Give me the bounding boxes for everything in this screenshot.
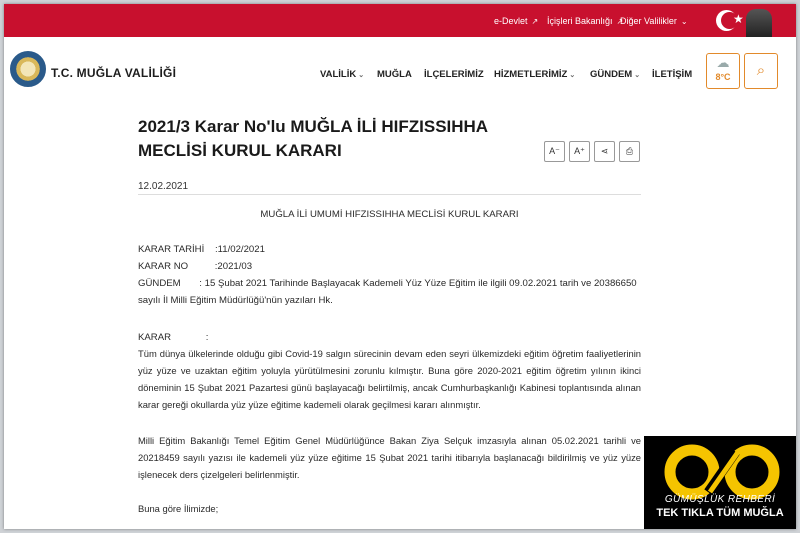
share-button[interactable]: ⋖ [594,141,615,162]
karar-tarihi: KARAR TARİHİ :11/02/2021 [138,244,265,255]
divider [138,194,641,195]
watermark-name: GÜMÜŞLÜK REHBERİ [664,494,776,505]
nav-valilik[interactable]: VALİLİK ⌄ [320,69,364,80]
edevlet-link-label: e-Devlet [494,16,528,26]
weather-temp: 8°C [715,72,731,82]
search-button[interactable]: ⌕ [744,53,778,89]
font-decrease-button[interactable]: A⁻ [544,141,565,162]
nav-valilik-label: VALİLİK [320,69,357,80]
chevron-down-icon: ⌄ [680,16,688,26]
diger-valilikler-dropdown[interactable]: Diğer Valilikler ⌄ [620,16,688,26]
nav-hizmetlerimiz[interactable]: HİZMETLERİMİZ ⌄ [494,69,575,80]
gumusluk-logo-icon [664,444,780,500]
font-increase-button[interactable]: A⁺ [569,141,590,162]
mugla-seal-logo[interactable] [10,51,46,87]
nav-gundem-label: GÜNDEM [590,69,633,80]
article-title: 2021/3 Karar No'lu MUĞLA İLİ HIFZISSIHHA… [138,115,538,163]
gumusluk-rehberi-watermark: GÜMÜŞLÜK REHBERİ TEK TIKLA TÜM MUĞLA [644,436,796,529]
karar-no: KARAR NO :2021/03 [138,261,253,272]
weather-widget[interactable]: ☁ 8°C [706,53,740,89]
gundem-line-2: sayılı İl Milli Eğitim Müdürlüğü'nün yaz… [138,295,333,306]
nav-hizmetlerimiz-label: HİZMETLERİMİZ [494,69,568,80]
document-heading: MUĞLA İLİ UMUMİ HIFZISSIHHA MECLİSİ KURU… [260,209,519,220]
search-icon: ⌕ [756,62,766,79]
nav-iletisim-label: İLETİŞİM [652,69,693,80]
portrait-image [746,9,772,37]
nav-ilcelerimiz[interactable]: İLÇELERİMİZ [424,69,484,80]
nav-ilcelerimiz-label: İLÇELERİMİZ [424,69,484,80]
icisleri-link-label: İçişleri Bakanlığı [547,16,613,26]
share-icon: ⋖ [600,146,609,156]
nav-mugla[interactable]: MUĞLA [377,69,412,80]
chevron-down-icon: ⌄ [634,71,641,79]
nav-mugla-label: MUĞLA [377,69,412,80]
external-link-icon: ↗ [531,16,539,26]
chevron-down-icon: ⌄ [569,71,576,79]
browser-frame: e-Devlet ↗ İçişleri Bakanlığı ↗ Diğer Va… [4,4,796,529]
diger-valilikler-label: Diğer Valilikler [620,16,677,26]
title-line-1: 2021/3 Karar No'lu MUĞLA İLİ HIFZISSIHHA [138,117,489,136]
watermark-tagline: TEK TIKLA TÜM MUĞLA [656,507,784,519]
paragraph-2: Milli Eğitim Bakanlığı Temel Eğitim Gene… [138,435,641,480]
karar-label: KARAR : [138,332,209,343]
title-line-2: MECLİSİ KURUL KARARI [138,141,342,160]
site-brand[interactable]: T.C. MUĞLA VALİLİĞİ [51,66,176,80]
icisleri-link[interactable]: İçişleri Bakanlığı ↗ [547,16,623,26]
article-tools: A⁻ A⁺ ⋖ ⎙ [544,141,640,162]
star-icon: ★ [733,12,744,26]
article-date: 12.02.2021 [138,181,189,192]
site-header: T.C. MUĞLA VALİLİĞİ VALİLİK ⌄ MUĞLA İLÇE… [4,37,796,107]
paragraph-1: Tüm dünya ülkelerinde olduğu gibi Covid-… [138,348,641,410]
print-icon: ⎙ [625,146,634,156]
nav-gundem[interactable]: GÜNDEM ⌄ [590,69,640,80]
edevlet-link[interactable]: e-Devlet ↗ [494,16,538,26]
print-button[interactable]: ⎙ [619,141,640,162]
chevron-down-icon: ⌄ [358,71,365,79]
turkish-flag-ataturk-banner: ★ [710,4,772,37]
cloud-icon: ☁ [716,55,730,70]
gundem-line-1: GÜNDEM : 15 Şubat 2021 Tarihinde Başlaya… [138,278,637,289]
top-bar: e-Devlet ↗ İçişleri Bakanlığı ↗ Diğer Va… [4,4,796,37]
nav-iletisim[interactable]: İLETİŞİM [652,69,692,80]
paragraph-3: Buna göre İlimizde; [138,503,219,514]
